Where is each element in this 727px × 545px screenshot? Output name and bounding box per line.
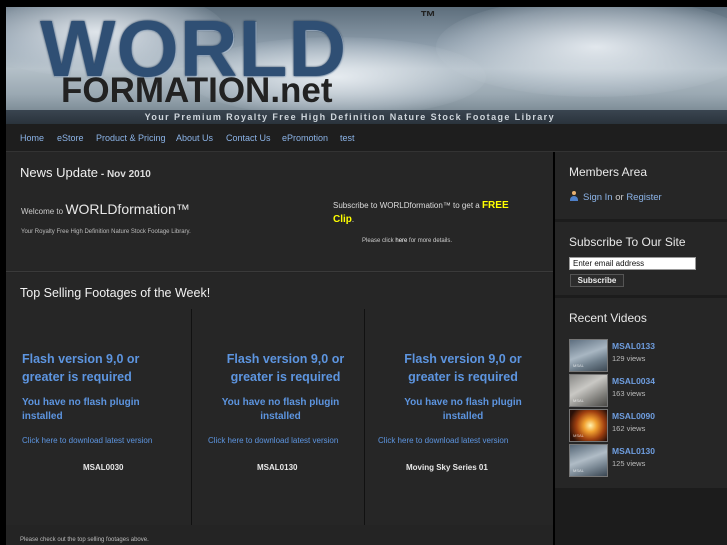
flash-required-heading: Flash version 9,0 or greater is required	[22, 352, 140, 384]
top-selling-title: Top Selling Footages of the Week!	[20, 286, 211, 300]
video-views: 163 views	[612, 389, 646, 398]
details-line: Please click here for more details.	[362, 238, 452, 244]
nav-item-epromotion[interactable]: ePromotion	[282, 133, 328, 143]
welcome-prefix: Welcome to	[21, 207, 66, 216]
nav-item-estore[interactable]: eStore	[57, 133, 84, 143]
video-thumbnail[interactable]: MSAL	[569, 339, 608, 372]
logo-formation-text[interactable]: FORMATION.net	[61, 73, 333, 109]
news-title: News Update - Nov 2010	[20, 165, 151, 180]
top-selling-header: Top Selling Footages of the Week!	[6, 273, 553, 309]
flash-required-heading: Flash version 9,0 or greater is required	[404, 352, 522, 384]
footage-column: Flash version 9,0 or greater is required…	[193, 309, 365, 525]
nav-item-home[interactable]: Home	[20, 133, 44, 143]
subscribe-prefix: Subscribe to WORLDformation™ to get a	[333, 201, 482, 210]
thumbnail-tag: MSAL	[573, 363, 584, 368]
video-views: 125 views	[612, 459, 646, 468]
footage-name[interactable]: Moving Sky Series 01	[406, 463, 488, 472]
user-icon	[569, 191, 579, 201]
nav-item-test[interactable]: test	[340, 133, 355, 143]
video-thumbnail[interactable]: MSAL	[569, 374, 608, 407]
footage-name[interactable]: MSAL0030	[83, 463, 123, 472]
recent-video-item[interactable]: MSAL MSAL0090 162 views	[569, 409, 719, 442]
video-title[interactable]: MSAL0034	[612, 376, 655, 386]
video-title[interactable]: MSAL0090	[612, 411, 655, 421]
recent-videos-box: Recent Videos MSAL MSAL0133 129 views MS…	[555, 298, 727, 488]
video-views: 129 views	[612, 354, 646, 363]
members-area-title: Members Area	[569, 165, 648, 179]
nav-item-about-us[interactable]: About Us	[176, 133, 213, 143]
welcome-subtitle: Your Royalty Free High Definition Nature…	[21, 229, 191, 235]
video-views: 162 views	[612, 424, 646, 433]
sidebar: Members Area Sign In or Register Subscri…	[555, 152, 727, 545]
header-banner: WORLD ™ FORMATION.net	[6, 7, 727, 110]
free-label: FREE	[481, 200, 509, 211]
email-field[interactable]	[569, 257, 696, 270]
flash-missing-text: You have no flash plugin installed	[22, 397, 140, 422]
download-flash-link[interactable]: Click here to download latest version	[22, 436, 152, 445]
welcome-line: Welcome to WORLDformation™	[21, 201, 190, 217]
members-area-box: Members Area Sign In or Register	[555, 152, 727, 219]
video-title[interactable]: MSAL0133	[612, 341, 655, 351]
video-title[interactable]: MSAL0130	[612, 446, 655, 456]
details-here-link[interactable]: here	[395, 238, 407, 244]
subscribe-promo: Subscribe to WORLDformation™ to get a FR…	[333, 199, 543, 227]
video-thumbnail[interactable]: MSAL	[569, 444, 608, 477]
recent-videos-title: Recent Videos	[569, 311, 647, 325]
download-flash-link[interactable]: Click here to download latest version	[208, 436, 338, 445]
footage-column: Flash version 9,0 or greater is required…	[366, 309, 553, 525]
download-flash-link[interactable]: Click here to download latest version	[378, 436, 508, 445]
top-selling-columns: Flash version 9,0 or greater is required…	[6, 309, 553, 525]
subscribe-title: Subscribe To Our Site	[569, 235, 686, 249]
details-suffix: for more details.	[407, 238, 453, 244]
flash-missing-text: You have no flash plugin installed	[221, 397, 340, 422]
news-date: Nov 2010	[106, 169, 151, 180]
welcome-brand: WORLDformation™	[65, 201, 190, 217]
thumbnail-tag: MSAL	[573, 398, 584, 403]
subscribe-box: Subscribe To Our Site Subscribe	[555, 222, 727, 295]
or-text: or	[612, 192, 627, 203]
subscribe-button[interactable]: Subscribe	[570, 274, 624, 287]
logo-trademark: ™	[420, 9, 436, 26]
recent-video-item[interactable]: MSAL MSAL0130 125 views	[569, 444, 719, 477]
main-nav: Home eStore Product & Pricing About Us C…	[6, 124, 727, 152]
recent-video-item[interactable]: MSAL MSAL0133 129 views	[569, 339, 719, 372]
clip-label: Clip	[333, 214, 352, 225]
thumbnail-tag: MSAL	[573, 433, 584, 438]
footage-column: Flash version 9,0 or greater is required…	[6, 309, 192, 525]
footage-name[interactable]: MSAL0130	[257, 463, 297, 472]
news-title-dash: -	[98, 169, 107, 180]
top-selling-note: Please check out the top selling footage…	[20, 537, 149, 543]
news-update-section: News Update - Nov 2010 Welcome to WORLDf…	[6, 152, 553, 272]
flash-required-heading: Flash version 9,0 or greater is required	[226, 352, 345, 384]
register-link[interactable]: Register	[626, 192, 661, 203]
nav-item-product-pricing[interactable]: Product & Pricing	[96, 133, 166, 143]
thumbnail-tag: MSAL	[573, 468, 584, 473]
main-content: News Update - Nov 2010 Welcome to WORLDf…	[6, 152, 553, 545]
site-tagline: Your Premium Royalty Free High Definitio…	[6, 110, 727, 124]
video-thumbnail[interactable]: MSAL	[569, 409, 608, 442]
details-prefix: Please click	[362, 238, 396, 244]
recent-video-item[interactable]: MSAL MSAL0034 163 views	[569, 374, 719, 407]
subscribe-end: .	[351, 215, 355, 224]
news-title-text: News Update	[20, 165, 99, 180]
flash-missing-text: You have no flash plugin installed	[404, 397, 522, 422]
members-login-line: Sign In or Register	[569, 191, 662, 203]
sign-in-link[interactable]: Sign In	[583, 192, 613, 203]
nav-item-contact-us[interactable]: Contact Us	[226, 133, 271, 143]
